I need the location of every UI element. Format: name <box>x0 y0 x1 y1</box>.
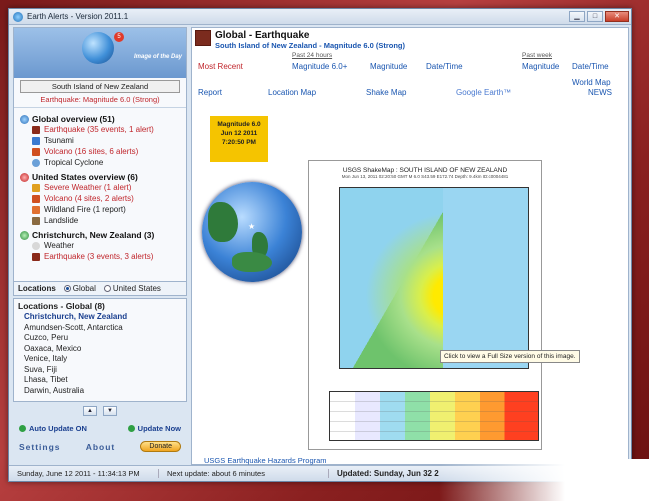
epicenter-star-icon: ★ <box>248 222 256 231</box>
shakemap-title: USGS ShakeMap : SOUTH ISLAND OF NEW ZEAL… <box>342 167 508 174</box>
location-item[interactable]: Christchurch, New Zealand <box>18 312 182 323</box>
location-item[interactable]: Lhasa, Tibet <box>18 375 182 386</box>
location-item[interactable]: Amundsen-Scott, Antarctica <box>18 323 182 334</box>
globe-icon <box>82 32 114 64</box>
status-date: Sunday, June 12 2011 - 11:34:13 PM <box>9 469 159 478</box>
shakemap-map <box>339 187 529 369</box>
list-item[interactable]: Tropical Cyclone <box>20 157 180 168</box>
cyclone-icon <box>32 158 40 167</box>
group-christchurch-title[interactable]: Christchurch, New Zealand (3) <box>20 230 180 240</box>
tsunami-icon <box>32 136 40 145</box>
earthquake-icon <box>195 30 211 46</box>
locations-head: Locations - Global (8) <box>18 301 105 311</box>
report-link[interactable]: Report <box>198 88 222 97</box>
location-map-link[interactable]: Location Map <box>268 88 316 97</box>
locations-list: Locations - Global (8) Christchurch, New… <box>13 298 187 402</box>
shakemap-subtitle: Mon Jun 13, 2011 02:20:50 GMT M 6.0 S43.… <box>341 174 509 179</box>
list-item[interactable]: Wildland Fire (1 report) <box>20 204 180 215</box>
location-globe-image[interactable]: ★ <box>202 182 302 282</box>
datetime-24h-link[interactable]: Date/Time <box>426 62 463 71</box>
usgs-link[interactable]: USGS Earthquake Hazards Program <box>204 456 327 465</box>
donate-button[interactable]: Donate <box>140 441 181 452</box>
magnitude-badge: Magnitude 6.0 Jun 12 2011 7:20:50 PM <box>210 116 268 162</box>
alerts-panel: 5 Image of the Day South Island of New Z… <box>13 27 187 282</box>
current-location: South Island of New Zealand <box>20 80 180 93</box>
severe-weather-icon <box>32 183 40 192</box>
radio-global[interactable]: Global <box>63 284 96 293</box>
google-earth-link[interactable]: Google Earth™ <box>456 88 511 97</box>
most-recent-link[interactable]: Most Recent <box>198 62 243 71</box>
list-item[interactable]: Volcano (16 sites, 6 alerts) <box>20 146 180 157</box>
world-map-link[interactable]: World Map <box>572 78 611 87</box>
list-item[interactable]: Earthquake (3 events, 3 alerts) <box>20 251 180 262</box>
list-item[interactable]: Weather <box>20 240 180 251</box>
magnitude-24h-link[interactable]: Magnitude <box>370 62 407 71</box>
location-item[interactable]: Oaxaca, Mexico <box>18 344 182 355</box>
maximize-button[interactable]: □ <box>587 11 603 22</box>
us-globe-icon <box>20 172 29 182</box>
image-of-day-label: Image of the Day <box>133 54 182 60</box>
auto-update-toggle[interactable]: Auto Update ON <box>19 424 87 433</box>
sidebar: 5 Image of the Day South Island of New Z… <box>13 27 187 465</box>
refresh-icon <box>127 425 135 432</box>
landslide-icon <box>32 216 40 225</box>
location-item[interactable]: Suva, Fiji <box>18 365 182 376</box>
shakemap-legend <box>329 391 539 441</box>
list-item[interactable]: Severe Weather (1 alert) <box>20 182 180 193</box>
close-button[interactable]: ✕ <box>605 11 629 22</box>
datetime-week-link[interactable]: Date/Time <box>572 62 609 71</box>
status-dot-icon <box>19 425 26 432</box>
group-us: United States overview (6) Severe Weathe… <box>14 170 186 228</box>
main-content: Global - Earthquake South Island of New … <box>191 27 629 465</box>
earthquake-icon <box>32 125 40 134</box>
earthquake-icon <box>32 252 40 261</box>
status-updated: Updated: Sunday, Jun 32 2 <box>337 469 439 478</box>
group-christchurch: Christchurch, New Zealand (3) Weather Ea… <box>14 228 186 264</box>
fire-icon <box>32 205 40 214</box>
group-us-title[interactable]: United States overview (6) <box>20 172 180 182</box>
news-link[interactable]: NEWS <box>588 88 612 97</box>
list-item[interactable]: Volcano (4 sites, 2 alerts) <box>20 193 180 204</box>
location-globe-icon <box>20 230 29 240</box>
list-item[interactable]: Landslide <box>20 215 180 226</box>
move-up-button[interactable]: ▲ <box>83 406 97 416</box>
location-item[interactable]: Darwin, Australia <box>18 386 182 397</box>
location-item[interactable]: Cuzco, Peru <box>18 333 182 344</box>
filter-links: Past 24 hours Past week Most Recent Magn… <box>192 52 628 100</box>
magnitude-6-plus-link[interactable]: Magnitude 6.0+ <box>292 62 347 71</box>
title-bar: Earth Alerts - Version 2011.1 ▁ □ ✕ <box>9 9 631 25</box>
past-24-hours-label: Past 24 hours <box>292 52 333 59</box>
image-tooltip: Click to view a Full Size version of thi… <box>440 350 580 363</box>
locations-tabs: Locations Global United States <box>13 282 187 296</box>
locations-label: Locations <box>18 284 56 293</box>
alert-count-badge: 5 <box>114 32 124 42</box>
shake-map-link[interactable]: Shake Map <box>366 88 406 97</box>
settings-button[interactable]: Settings <box>19 442 61 452</box>
volcano-icon <box>32 147 40 156</box>
current-location-alert[interactable]: Earthquake: Magnitude 6.0 (Strong) <box>14 95 186 108</box>
about-button[interactable]: About <box>86 442 116 452</box>
globe-icon <box>20 114 29 124</box>
status-next-update: Next update: about 6 minutes <box>159 469 329 478</box>
magnitude-week-link[interactable]: Magnitude <box>522 62 559 71</box>
app-window: Earth Alerts - Version 2011.1 ▁ □ ✕ 5 Im… <box>8 8 633 482</box>
weather-icon <box>32 241 40 250</box>
page-subtitle[interactable]: South Island of New Zealand - Magnitude … <box>215 41 405 50</box>
list-item[interactable]: Earthquake (35 events, 1 alert) <box>20 124 180 135</box>
group-global: Global overview (51) Earthquake (35 even… <box>14 112 186 170</box>
minimize-button[interactable]: ▁ <box>569 11 585 22</box>
window-title: Earth Alerts - Version 2011.1 <box>27 12 129 21</box>
location-item[interactable]: Venice, Italy <box>18 354 182 365</box>
past-week-label: Past week <box>522 52 552 59</box>
move-down-button[interactable]: ▼ <box>103 406 117 416</box>
update-now-button[interactable]: Update Now <box>127 424 181 433</box>
image-of-day[interactable]: 5 Image of the Day <box>14 28 186 78</box>
group-global-title[interactable]: Global overview (51) <box>20 114 180 124</box>
list-item[interactable]: Tsunami <box>20 135 180 146</box>
radio-united-states[interactable]: United States <box>103 284 161 293</box>
app-globe-icon <box>13 11 23 22</box>
volcano-icon <box>32 194 40 203</box>
page-title: Global - Earthquake <box>215 30 310 41</box>
shakemap-image[interactable]: USGS ShakeMap : SOUTH ISLAND OF NEW ZEAL… <box>308 160 542 450</box>
